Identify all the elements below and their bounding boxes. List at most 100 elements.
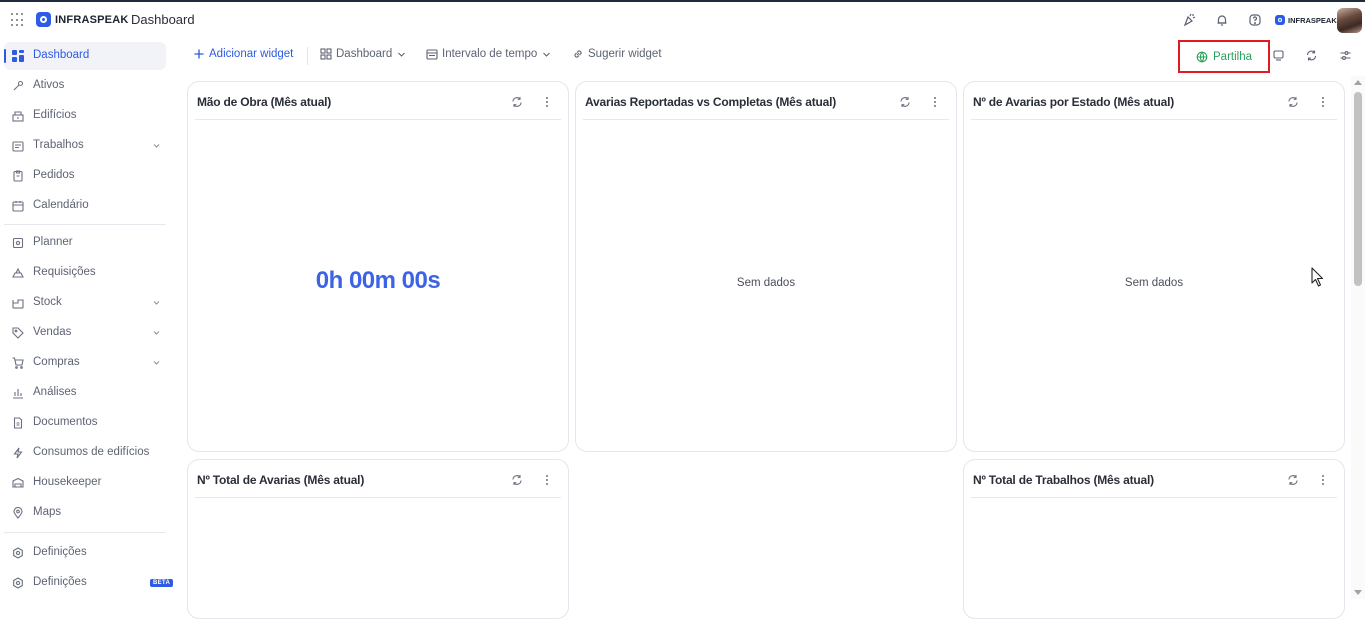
- no-data-text: Sem dados: [736, 277, 796, 289]
- sidebar-item-label: Planner: [33, 236, 73, 248]
- scrollbar-thumb[interactable]: [1354, 92, 1362, 286]
- widget-title: Nº de Avarias por Estado (Mês atual): [973, 95, 1175, 109]
- dashboard-select-label: Dashboard: [336, 48, 393, 60]
- sidebar-item-label: Calendário: [33, 199, 89, 211]
- sidebar-item-planner[interactable]: Planner: [4, 229, 166, 257]
- beta-badge: BETA: [150, 579, 174, 587]
- kebab-menu-icon[interactable]: [1317, 474, 1329, 486]
- suggest-widget-button[interactable]: Sugerir widget: [572, 48, 662, 60]
- document-icon: [13, 417, 23, 429]
- refresh-icon[interactable]: [511, 96, 523, 108]
- globe-icon: [1196, 51, 1208, 62]
- sidebar-item-analises[interactable]: Análises: [4, 379, 166, 407]
- sidebar-item-label: Pedidos: [33, 169, 75, 181]
- sidebar-item-consumos[interactable]: Consumos de edifícios: [4, 439, 166, 467]
- widget-title: Mão de Obra (Mês atual): [197, 95, 332, 109]
- chevron-down-icon: [153, 331, 160, 335]
- sidebar-item-definicoes-beta[interactable]: Definições BETA: [4, 569, 174, 597]
- kebab-menu-icon[interactable]: [929, 96, 941, 108]
- kebab-menu-icon[interactable]: [541, 474, 553, 486]
- sidebar-item-label: Consumos de edifícios: [33, 446, 150, 458]
- labour-time-value: 0h 00m 00s: [315, 267, 441, 294]
- help-icon[interactable]: [1248, 13, 1262, 27]
- stock-icon: [12, 299, 24, 309]
- settings-icon: [13, 577, 23, 589]
- sidebar-item-dashboard[interactable]: Dashboard: [4, 42, 166, 70]
- sidebar-item-documentos[interactable]: Documentos: [4, 409, 166, 437]
- widget-title: Avarias Reportadas vs Completas (Mês atu…: [585, 95, 837, 109]
- kebab-menu-icon[interactable]: [541, 96, 553, 108]
- share-button[interactable]: Partilha: [1178, 40, 1270, 73]
- lightning-icon: [13, 447, 23, 459]
- scroll-up-arrow-icon[interactable]: [1354, 80, 1362, 85]
- widget-labour: Mão de Obra (Mês atual) 0h 00m 00s: [187, 81, 569, 452]
- scroll-down-arrow-icon[interactable]: [1354, 590, 1362, 595]
- bar-chart-icon: [13, 389, 23, 399]
- calendar-list-icon: [12, 141, 24, 152]
- sidebar-item-compras[interactable]: Compras: [4, 349, 166, 377]
- no-data-text: Sem dados: [1124, 277, 1184, 289]
- refresh-icon[interactable]: [1287, 96, 1299, 108]
- mouse-cursor-icon: [1311, 267, 1324, 287]
- widget-divider: [195, 497, 561, 498]
- sidebar-item-label: Definições: [33, 576, 87, 588]
- building-icon: [12, 111, 24, 122]
- tv-mode-icon[interactable]: [1272, 49, 1285, 62]
- kebab-menu-icon[interactable]: [1317, 96, 1329, 108]
- sidebar-item-label: Dashboard: [33, 49, 90, 61]
- party-icon[interactable]: [1182, 13, 1196, 27]
- sidebar-item-ativos[interactable]: Ativos: [4, 72, 166, 100]
- calendar-icon: [426, 49, 438, 60]
- sidebar-item-label: Definições: [33, 546, 87, 558]
- infraspeak-logo-icon: [36, 12, 51, 27]
- time-interval-select[interactable]: Intervalo de tempo: [426, 48, 551, 60]
- user-avatar[interactable]: [1337, 8, 1362, 33]
- tool-icon: [13, 80, 24, 91]
- vertical-scrollbar[interactable]: [1351, 76, 1365, 599]
- bed-icon: [12, 477, 24, 488]
- plus-icon: [194, 49, 204, 59]
- add-widget-button[interactable]: Adicionar widget: [193, 48, 293, 60]
- chevron-down-icon: [398, 52, 406, 57]
- sidebar-item-edificios[interactable]: Edifícios: [4, 102, 166, 130]
- widget-total-faults: Nº Total de Avarias (Mês atual): [187, 459, 569, 619]
- settings-icon: [13, 547, 23, 559]
- sidebar-item-pedidos[interactable]: Pedidos: [4, 162, 166, 190]
- dashboard-select[interactable]: Dashboard: [320, 48, 406, 60]
- sidebar-item-requisicoes[interactable]: Requisições: [4, 259, 166, 287]
- widget-title: Nº Total de Trabalhos (Mês atual): [973, 473, 1154, 487]
- filter-settings-icon[interactable]: [1339, 49, 1352, 62]
- chevron-down-icon: [153, 361, 160, 365]
- refresh-icon[interactable]: [899, 96, 911, 108]
- widget-divider: [971, 497, 1337, 498]
- chevron-down-icon: [543, 52, 551, 57]
- sidebar-item-maps[interactable]: Maps: [4, 499, 166, 527]
- sidebar-item-stock[interactable]: Stock: [4, 289, 166, 317]
- toolbar-divider: [307, 47, 308, 65]
- sidebar-item-calendario[interactable]: Calendário: [4, 192, 166, 220]
- sidebar-item-label: Stock: [33, 296, 62, 308]
- link-icon: [574, 50, 582, 58]
- sidebar-item-label: Requisições: [33, 266, 96, 278]
- chevron-down-icon: [153, 301, 160, 305]
- sidebar-item-trabalhos[interactable]: Trabalhos: [4, 132, 166, 160]
- time-interval-label: Intervalo de tempo: [442, 48, 538, 60]
- sidebar-item-label: Vendas: [33, 326, 72, 338]
- widget-divider: [195, 119, 561, 120]
- refresh-icon[interactable]: [1305, 49, 1318, 62]
- sidebar-item-label: Housekeeper: [33, 476, 102, 488]
- sidebar-item-housekeeper[interactable]: Housekeeper: [4, 469, 166, 497]
- sidebar-item-definicoes[interactable]: Definições: [4, 539, 166, 567]
- bell-icon[interactable]: [1215, 13, 1229, 27]
- sidebar-item-label: Documentos: [33, 416, 98, 428]
- sidebar-divider: [4, 224, 166, 225]
- refresh-icon[interactable]: [1287, 474, 1299, 486]
- refresh-icon[interactable]: [511, 474, 523, 486]
- page-title: Dashboard: [131, 12, 195, 27]
- sidebar-item-vendas[interactable]: Vendas: [4, 319, 166, 347]
- apps-grid-icon[interactable]: [11, 13, 25, 27]
- client-logo: INFRASPEAK: [1275, 15, 1337, 25]
- app-logo[interactable]: INFRASPEAK: [36, 12, 129, 27]
- requisition-icon: [12, 267, 24, 278]
- sidebar-item-label: Trabalhos: [33, 139, 84, 151]
